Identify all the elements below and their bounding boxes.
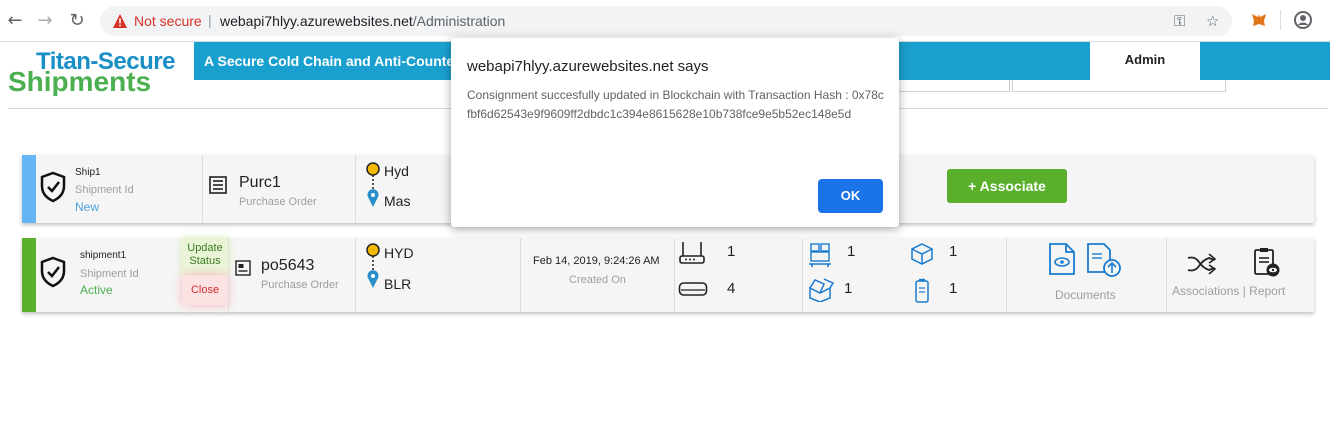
url-host: webapi7hlyy.azurewebsites.net	[220, 13, 413, 29]
toolbar-divider	[1280, 10, 1281, 30]
status-badge: Active	[80, 283, 113, 297]
sensor-icon	[678, 282, 708, 296]
route-icon	[366, 162, 380, 207]
cell-divider	[355, 238, 356, 312]
close-button[interactable]: Close	[182, 275, 228, 305]
purchase-order-icon	[235, 260, 251, 276]
url-text[interactable]: webapi7hlyy.azurewebsites.net/Administra…	[220, 13, 505, 29]
status-stripe	[22, 238, 36, 312]
po-label: Purchase Order	[261, 279, 339, 291]
status-stripe	[22, 155, 36, 223]
cell-divider	[1166, 238, 1167, 312]
route-icon	[366, 243, 380, 288]
address-bar[interactable]: Not secure | webapi7hlyy.azurewebsites.n…	[100, 6, 1232, 36]
device-count: 1	[949, 280, 958, 297]
po-number[interactable]: Purc1	[239, 174, 281, 192]
cell-divider	[1006, 238, 1007, 312]
tagline: A Secure Cold Chain and Anti-Counter	[204, 53, 460, 69]
forward-icon[interactable]: →	[34, 10, 56, 32]
alert-dialog: webapi7hlyy.azurewebsites.net says Consi…	[451, 38, 899, 227]
filter-input[interactable]	[1012, 80, 1226, 92]
open-box-count: 1	[844, 280, 853, 297]
open-box-icon	[809, 278, 834, 302]
back-icon[interactable]: ←	[4, 10, 26, 32]
cell-divider	[674, 238, 675, 312]
destination-location: BLR	[384, 276, 412, 292]
cell-divider	[520, 238, 521, 312]
view-document-icon[interactable]	[1048, 242, 1076, 276]
dialog-message: Consignment succesfully updated in Block…	[467, 88, 884, 121]
shipment-name: Ship1	[75, 167, 101, 178]
purchase-order-icon	[209, 176, 227, 194]
origin-location: Hyd	[384, 163, 409, 179]
report-icon[interactable]	[1252, 247, 1282, 279]
bookmark-star-icon[interactable]: ☆	[1206, 12, 1219, 30]
created-date: Feb 14, 2019, 9:24:26 AM	[533, 255, 660, 267]
profile-avatar-icon[interactable]	[1294, 11, 1312, 29]
shipment-id-label: Shipment Id	[75, 184, 134, 196]
documents-label: Documents	[1055, 288, 1116, 302]
security-status[interactable]: Not secure	[134, 13, 202, 29]
page-title: Shipments	[8, 66, 152, 96]
destination-location: Mas	[384, 193, 411, 209]
shipment-id-label: Shipment Id	[80, 268, 139, 280]
router-count: 1	[727, 243, 736, 260]
po-number[interactable]: po5643	[261, 257, 314, 275]
shield-check-icon	[40, 171, 66, 203]
dialog-title: webapi7hlyy.azurewebsites.net says	[467, 58, 709, 75]
sensor-count: 4	[727, 280, 736, 297]
cell-divider	[228, 238, 229, 312]
tab-admin[interactable]: Admin	[1090, 42, 1200, 80]
upload-document-icon[interactable]	[1086, 242, 1122, 278]
shipment-card: shipment1 Shipment Id Active Update Stat…	[22, 238, 1314, 312]
status-badge: New	[75, 200, 100, 214]
reload-icon[interactable]: ↻	[66, 10, 88, 32]
router-icon	[679, 242, 705, 264]
shield-check-icon	[40, 256, 66, 288]
cell-divider	[355, 155, 356, 223]
associations-icon[interactable]	[1185, 250, 1219, 278]
device-icon	[915, 278, 929, 303]
origin-location: HYD	[384, 245, 414, 261]
url-path: /Administration	[412, 13, 506, 29]
key-icon[interactable]: ⚿	[1174, 12, 1185, 30]
shipment-name: shipment1	[80, 250, 127, 261]
created-label: Created On	[569, 274, 626, 286]
search-input[interactable]	[896, 80, 1010, 92]
warning-icon	[113, 14, 127, 28]
pallets-count: 1	[847, 243, 856, 260]
associations-report-label[interactable]: Associations | Report	[1172, 284, 1285, 298]
package-icon	[911, 243, 933, 265]
package-count: 1	[949, 243, 958, 260]
browser-toolbar: ← → ↻ Not secure | webapi7hlyy.azurewebs…	[0, 0, 1330, 42]
metamask-extension-icon[interactable]	[1250, 11, 1268, 29]
associate-button[interactable]: + Associate	[947, 169, 1067, 203]
pallets-icon	[809, 243, 831, 267]
update-status-button[interactable]: Update Status	[182, 238, 228, 274]
url-separator: |	[208, 12, 212, 28]
cell-divider	[202, 155, 203, 223]
po-label: Purchase Order	[239, 196, 317, 208]
ok-button[interactable]: OK	[818, 179, 883, 213]
cell-divider	[802, 238, 803, 312]
